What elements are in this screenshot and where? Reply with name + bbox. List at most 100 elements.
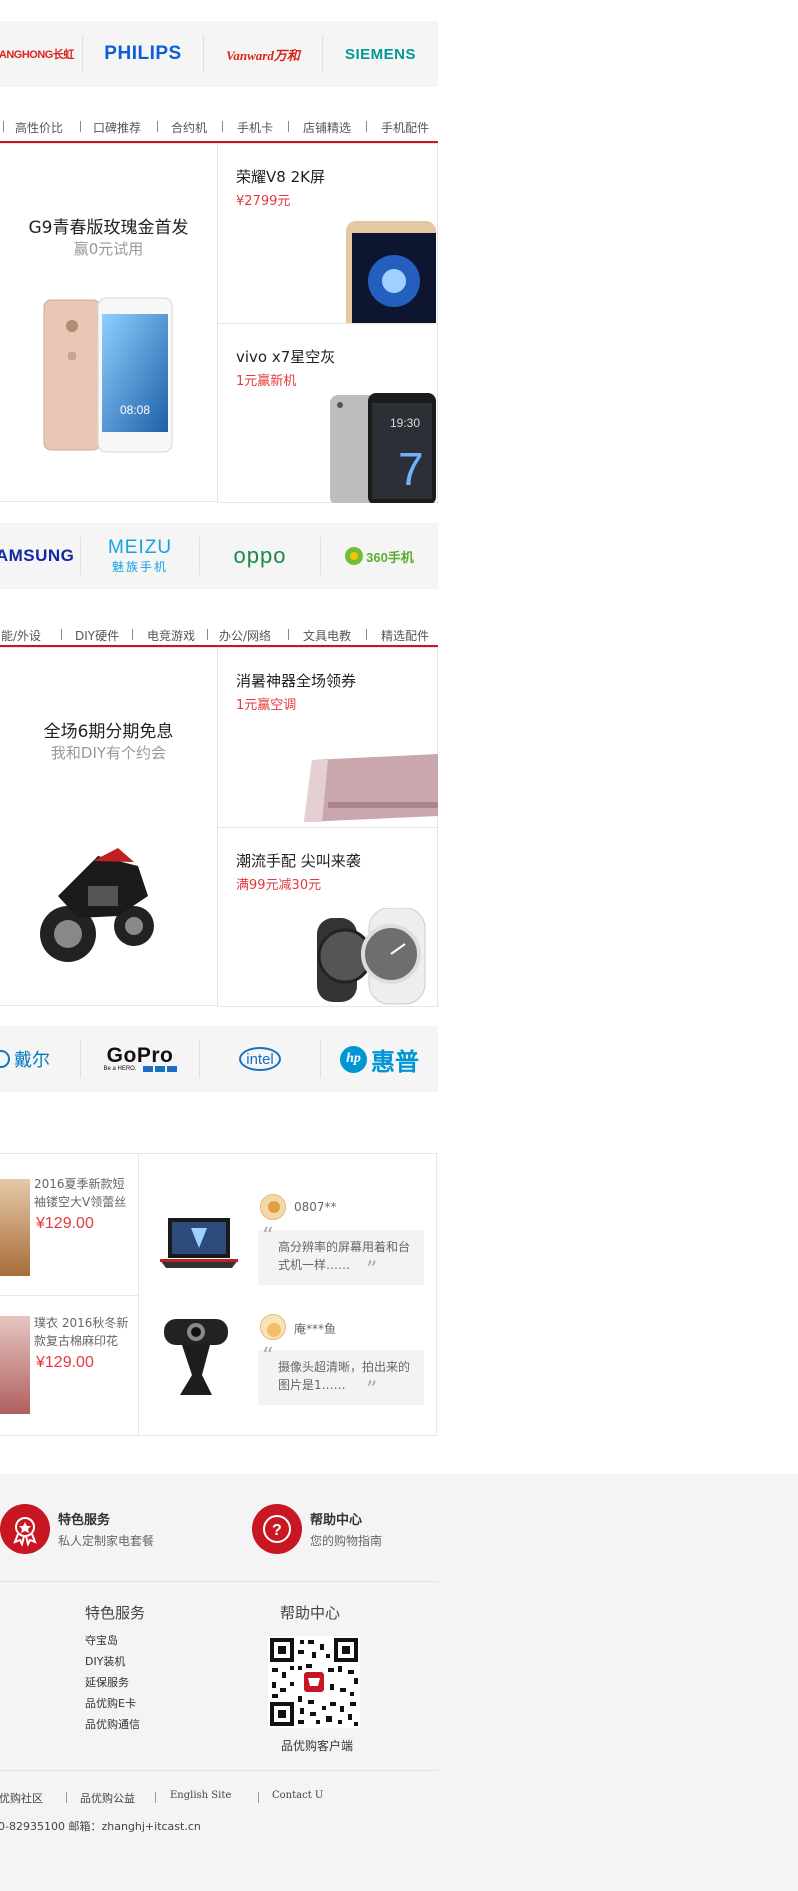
- brand-changhong[interactable]: CHANGHONG长虹: [0, 21, 82, 87]
- phone-tab-row: 高性价比 口碑推荐 合约机 手机卡 店铺精选 手机配件: [0, 115, 438, 139]
- footer-link[interactable]: 品优购通信: [85, 1716, 140, 1732]
- brand-hp-logo: 惠普: [371, 1047, 419, 1076]
- item-title: 潮流手配 尖叫来袭: [236, 852, 361, 870]
- bottom-link-charity[interactable]: 品优购公益: [80, 1790, 135, 1806]
- brand-oppo[interactable]: oppo: [200, 523, 320, 589]
- user-avatar[interactable]: [260, 1314, 286, 1340]
- comment-bubble: 高分辨率的屏幕用着和台式机一样……: [258, 1230, 424, 1285]
- award-icon: [0, 1504, 50, 1554]
- brand-siemens[interactable]: SIEMENS: [323, 21, 438, 87]
- qr-code-icon[interactable]: [268, 1636, 360, 1728]
- brand-oppo-logo: oppo: [233, 543, 287, 568]
- tab-digital-5[interactable]: 文具电教: [303, 627, 351, 644]
- phone-item-1[interactable]: 荣耀V8 2K屏 ¥2799元: [217, 143, 438, 324]
- brand-dell-logo: 戴尔: [14, 1050, 50, 1071]
- digital-banner[interactable]: 全场6期分期免息 我和DIY有个约会: [0, 647, 218, 1006]
- brand-meizu-subtitle: 魅族手机: [111, 559, 168, 574]
- bottom-link-contact[interactable]: Contact U: [272, 1790, 323, 1801]
- brand-vanward[interactable]: Vanward万和: [204, 21, 322, 87]
- banner-subtitle: 我和DIY有个约会: [50, 744, 167, 762]
- brand-philips-logo: PHILIPS: [104, 43, 182, 64]
- tab-phone-6[interactable]: 手机配件: [381, 119, 429, 136]
- tab-digital-4[interactable]: 办公/网络: [219, 627, 271, 644]
- product-price: ¥129.00: [36, 1354, 94, 1371]
- tab-digital-2[interactable]: DIY硬件: [75, 627, 119, 644]
- help-icon: ?: [252, 1504, 302, 1554]
- intel-oval: intel: [239, 1047, 281, 1071]
- item-promo: 满99元减30元: [236, 878, 322, 893]
- tab-phone-4[interactable]: 手机卡: [237, 119, 273, 136]
- comment-username: 0807**: [294, 1200, 337, 1214]
- footer-contact-info: 0-82935100 邮箱：zhanghj+itcast.cn: [0, 1820, 201, 1833]
- tab-digital-3[interactable]: 电竞游戏: [147, 627, 195, 644]
- comment-text: 摄像头超清晰，拍出来的图片是1……: [278, 1360, 411, 1392]
- tab-digital-6[interactable]: 精选配件: [381, 627, 429, 644]
- brand-dell[interactable]: 戴尔: [0, 1026, 80, 1092]
- tab-phone-1[interactable]: 高性价比: [15, 119, 63, 136]
- phone-item-2[interactable]: vivo x7星空灰 1元赢新机 19:30 7: [217, 323, 438, 503]
- svg-text:7: 7: [398, 443, 424, 495]
- footer-divider: [0, 1770, 438, 1771]
- footer-link[interactable]: DIY装机: [85, 1653, 125, 1669]
- laptop-image[interactable]: [158, 1214, 240, 1270]
- item-title: 荣耀V8 2K屏: [236, 168, 325, 186]
- brand-intel-logo: intel: [246, 1050, 274, 1068]
- svg-text:?: ?: [272, 1522, 282, 1539]
- brand-360[interactable]: 360手机: [321, 523, 438, 589]
- vivo-phone-image: 19:30 7: [330, 393, 436, 503]
- brand-vanward-logo: Vanward万和: [226, 47, 300, 63]
- quote-close-icon: ”: [366, 1258, 378, 1283]
- comment-username: 庵***鱼: [294, 1322, 337, 1336]
- qr-caption: 品优购客户端: [281, 1739, 354, 1753]
- tab-phone-5[interactable]: 店铺精选: [303, 119, 351, 136]
- banner-title: 全场6期分期免息: [43, 722, 174, 742]
- quote-open-icon: “: [262, 1224, 274, 1249]
- brand-gopro-tagline: Be a HERO.: [103, 1066, 137, 1072]
- smartwatch-image: [317, 908, 426, 1005]
- brand-meizu[interactable]: MEIZU 魅族手机: [81, 523, 199, 589]
- webcam-image[interactable]: [160, 1315, 232, 1399]
- clothing-image-1[interactable]: [0, 1179, 30, 1276]
- brand-360-logo: 360手机: [366, 549, 414, 565]
- brand-samsung[interactable]: SAMSUNG: [0, 523, 80, 589]
- phone-image: 08:08: [43, 297, 173, 453]
- digital-item-2[interactable]: 潮流手配 尖叫来袭 满99元减30元: [217, 827, 438, 1007]
- svg-text:08:08: 08:08: [120, 403, 150, 417]
- footer-divider: [0, 1581, 438, 1582]
- product-price: ¥129.00: [36, 1215, 94, 1232]
- service-subtitle: 私人定制家电套餐: [58, 1534, 155, 1548]
- tab-phone-2[interactable]: 口碑推荐: [93, 119, 141, 136]
- user-avatar[interactable]: [260, 1194, 286, 1220]
- brand-hp[interactable]: hp 惠普: [321, 1026, 438, 1092]
- bottom-link-english[interactable]: English Site: [170, 1790, 231, 1801]
- bottom-link-community[interactable]: 品优购社区: [0, 1790, 43, 1806]
- comment-text: 高分辨率的屏幕用着和台式机一样……: [278, 1240, 411, 1272]
- footer-link[interactable]: 夺宝岛: [85, 1632, 118, 1648]
- product-desc[interactable]: 2016夏季新款短袖镂空大V领蕾丝: [34, 1175, 130, 1211]
- banner-title: G9青春版玫瑰金首发: [28, 218, 189, 238]
- tab-phone-3[interactable]: 合约机: [171, 119, 207, 136]
- air-conditioner-image: [304, 754, 438, 822]
- quote-open-icon: “: [262, 1344, 274, 1369]
- service-title[interactable]: 特色服务: [58, 1509, 110, 1528]
- brand-intel[interactable]: intel: [200, 1026, 320, 1092]
- dell-circle-icon: [0, 1050, 10, 1068]
- item-title: vivo x7星空灰: [236, 348, 336, 366]
- digital-item-1[interactable]: 消暑神器全场领券 1元赢空调: [217, 647, 438, 828]
- footer-col-heading: 特色服务: [85, 1604, 146, 1622]
- brand-gopro[interactable]: GoPro Be a HERO.: [81, 1026, 199, 1092]
- footer-link[interactable]: 延保服务: [85, 1674, 129, 1690]
- brand-bar-2: SAMSUNG MEIZU 魅族手机 oppo 360手机: [0, 523, 438, 589]
- service-subtitle: 您的购物指南: [310, 1534, 383, 1548]
- comment-bubble: 摄像头超清晰，拍出来的图片是1……: [258, 1350, 424, 1405]
- motorbike-image: [40, 848, 154, 962]
- tab-digital-1[interactable]: 智能/外设: [0, 627, 41, 644]
- phone-banner[interactable]: G9青春版玫瑰金首发 赢0元试用 08:08: [0, 143, 218, 502]
- brand-philips[interactable]: PHILIPS: [83, 21, 203, 87]
- footer-link[interactable]: 品优购E卡: [85, 1695, 136, 1711]
- service-title[interactable]: 帮助中心: [310, 1509, 362, 1528]
- clothing-image-2[interactable]: [0, 1316, 30, 1414]
- brand-gopro-logo: GoPro: [106, 1044, 174, 1067]
- product-desc[interactable]: 璞衣 2016秋冬新款复古棉麻印花: [34, 1314, 130, 1350]
- brand-bar-1: CHANGHONG长虹 PHILIPS Vanward万和 SIEMENS: [0, 21, 438, 87]
